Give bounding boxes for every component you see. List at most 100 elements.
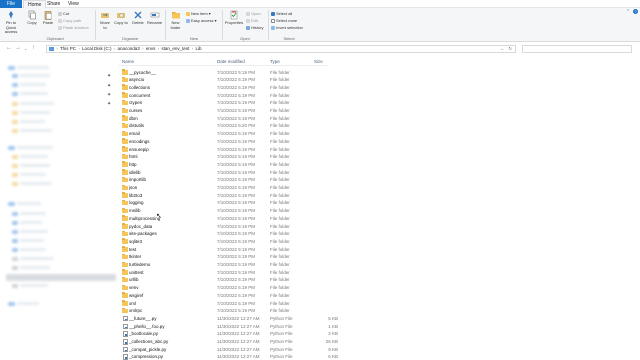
tab-share[interactable]: Share xyxy=(43,0,64,8)
history-button[interactable]: History xyxy=(246,25,263,30)
folder-row[interactable]: venv 7/10/2022 5:19 PM File folder xyxy=(122,284,332,291)
column-header-size[interactable]: Size xyxy=(314,59,323,64)
move-to-button[interactable]: Move to xyxy=(98,10,112,30)
copy-to-button[interactable]: Copy to xyxy=(114,10,128,26)
breadcrumb-envs[interactable]: envs xyxy=(146,46,156,51)
easy-access-button[interactable]: Easy access ▾ xyxy=(186,18,217,23)
tab-view[interactable]: View xyxy=(64,0,83,8)
column-header-name[interactable]: Name xyxy=(122,59,134,64)
invert-selection-button[interactable]: Invert selection xyxy=(271,25,303,30)
rename-button[interactable]: Rename xyxy=(147,10,162,26)
folder-row[interactable]: lib2to3 7/10/2022 5:19 PM File folder xyxy=(122,192,332,199)
nav-item-blurred[interactable] xyxy=(20,92,48,95)
folder-row[interactable]: email 7/10/2022 5:19 PM File folder xyxy=(122,130,332,137)
collapse-ribbon-icon[interactable]: ⌃ xyxy=(626,9,630,15)
nav-item-blurred[interactable] xyxy=(20,230,48,233)
folder-row[interactable]: html 7/10/2022 5:19 PM File folder xyxy=(122,153,332,160)
nav-item-blurred[interactable] xyxy=(20,74,50,77)
nav-item-blurred[interactable] xyxy=(17,302,39,305)
new-item-button[interactable]: New item ▾ xyxy=(186,11,211,16)
breadcrumb-this-pc[interactable]: This PC xyxy=(60,46,76,51)
folder-row[interactable]: collections 7/10/2022 5:19 PM File folder xyxy=(122,84,332,91)
nav-item-blurred[interactable] xyxy=(20,239,44,242)
file-row[interactable]: __future__.py 11/30/2022 12:27 AM Python F… xyxy=(122,315,338,322)
open-button[interactable]: Open xyxy=(246,11,261,16)
pin-to-quick-access-button[interactable]: Pin to Quick access xyxy=(1,10,21,35)
delete-button[interactable]: Delete xyxy=(131,10,145,26)
folder-row[interactable]: dbm 7/10/2022 5:19 PM File folder xyxy=(122,115,332,122)
folder-row[interactable]: wsgiref 7/10/2022 5:19 PM File folder xyxy=(122,292,332,299)
file-row[interactable]: _compat_pickle.py 11/30/2022 12:27 AM Pyth… xyxy=(122,346,338,353)
file-row[interactable]: _bootlocale.py 11/30/2022 12:27 AM Python … xyxy=(122,330,338,337)
column-header-type[interactable]: Type xyxy=(270,59,280,64)
folder-row[interactable]: urllib 7/10/2022 5:19 PM File folder xyxy=(122,276,332,283)
file-row[interactable]: _collections_abc.py 11/30/2022 12:27 AM Py… xyxy=(122,338,338,345)
nav-item-blurred[interactable] xyxy=(20,173,46,176)
folder-row[interactable]: site-packages 7/10/2022 5:19 PM File folde… xyxy=(122,230,332,237)
folder-row[interactable]: xml 7/10/2022 5:19 PM File folder xyxy=(122,300,332,307)
copy-button[interactable]: Copy xyxy=(25,10,39,26)
nav-item-blurred[interactable] xyxy=(20,221,42,224)
folder-row[interactable]: ctypes 7/10/2022 5:19 PM File folder xyxy=(122,99,332,106)
folder-row[interactable]: idlelib 7/10/2022 5:19 PM File folder xyxy=(122,169,332,176)
folder-row[interactable]: http 7/10/2022 5:19 PM File folder xyxy=(122,161,332,168)
column-header-date-modified[interactable]: Date modified xyxy=(217,59,245,64)
refresh-icon[interactable]: ↻ xyxy=(508,46,512,52)
help-icon[interactable]: ? xyxy=(633,9,638,14)
nav-item-blurred[interactable] xyxy=(20,155,48,158)
file-row[interactable]: _compression.py 11/30/2022 12:27 AM Python… xyxy=(122,353,338,360)
nav-item-blurred[interactable] xyxy=(20,102,54,105)
folder-row[interactable]: sqlite3 7/10/2022 5:19 PM File folder xyxy=(122,238,332,245)
search-box[interactable] xyxy=(522,45,632,53)
nav-item-blurred[interactable] xyxy=(20,129,52,132)
nav-item-blurred[interactable] xyxy=(20,182,52,185)
tab-file[interactable]: File xyxy=(0,0,22,8)
new-folder-button[interactable]: New folder xyxy=(168,10,183,30)
nav-item-blurred[interactable] xyxy=(20,83,46,86)
paste-button[interactable]: Paste xyxy=(41,10,55,26)
back-arrow-icon[interactable]: ← xyxy=(6,45,12,52)
folder-row[interactable]: importlib 7/10/2022 5:19 PM File folder xyxy=(122,176,332,183)
breadcrumb-local-disk[interactable]: Local Disk (C:) xyxy=(82,46,112,51)
folder-row[interactable]: concurrent 7/10/2022 5:19 PM File folder xyxy=(122,92,332,99)
folder-row[interactable]: xmlrpc 7/10/2022 5:19 PM File folder xyxy=(122,307,332,314)
folder-row[interactable]: unittest 7/10/2022 5:19 PM File folder xyxy=(122,269,332,276)
select-all-button[interactable]: Select all xyxy=(271,11,292,16)
nav-item-blurred[interactable] xyxy=(20,111,50,114)
folder-row[interactable]: encodings 7/10/2022 5:19 PM File folder xyxy=(122,138,332,145)
folder-row[interactable]: json 7/10/2022 5:19 PM File folder xyxy=(122,184,332,191)
nav-item-blurred[interactable] xyxy=(20,212,46,215)
folder-row[interactable]: __pycache__ 7/10/2022 5:19 PM File folder xyxy=(122,69,332,76)
nav-item-blurred[interactable] xyxy=(20,120,45,123)
folder-row[interactable]: msilib 7/10/2022 5:19 PM File folder xyxy=(122,207,332,214)
folder-row[interactable]: test 7/10/2022 5:19 PM File folder xyxy=(122,246,332,253)
nav-item-blurred[interactable] xyxy=(20,266,50,269)
folder-row[interactable]: distutils 7/10/2022 5:20 PM File folder xyxy=(122,122,332,129)
copy-path-button[interactable]: Copy path xyxy=(58,18,81,23)
properties-button[interactable]: Properties xyxy=(224,10,244,26)
cut-button[interactable]: Cut xyxy=(58,11,69,16)
folder-row[interactable]: turtledemo 7/10/2022 5:19 PM File folder xyxy=(122,261,332,268)
file-row[interactable]: __phello__.foo.py 11/30/2022 12:27 AM Pyth… xyxy=(122,323,338,330)
breadcrumb-stan-env-test[interactable]: stan_env_test xyxy=(161,46,189,51)
address-bar[interactable]: › This PC › Local Disk (C:) › anaconda3 … xyxy=(46,45,516,53)
up-arrow-icon[interactable]: ↑ xyxy=(32,45,35,52)
recent-locations-chevron-icon[interactable]: ⌄ xyxy=(24,45,27,52)
folder-row[interactable]: ensurepip 7/10/2022 5:19 PM File folder xyxy=(122,146,332,153)
edit-button[interactable]: Edit xyxy=(246,18,258,23)
folder-row[interactable]: curses 7/10/2022 5:19 PM File folder xyxy=(122,107,332,114)
folder-row[interactable]: logging 7/10/2022 5:19 PM File folder xyxy=(122,199,332,206)
folder-row[interactable]: pydoc_data 7/10/2022 5:19 PM File folder xyxy=(122,223,332,230)
folder-row[interactable]: asyncio 7/10/2022 5:19 PM File folder xyxy=(122,76,332,83)
nav-item-blurred[interactable] xyxy=(17,202,41,205)
quick-access-icon[interactable] xyxy=(8,66,15,70)
nav-item-blurred[interactable] xyxy=(20,164,50,167)
nav-item-blurred[interactable] xyxy=(17,66,49,69)
breadcrumb-anaconda3[interactable]: anaconda3 xyxy=(118,46,140,51)
nav-item-blurred[interactable] xyxy=(17,146,53,149)
select-none-button[interactable]: Select none xyxy=(271,18,297,23)
folder-row[interactable]: tkinter 7/10/2022 5:19 PM File folder xyxy=(122,253,332,260)
folder-row[interactable]: multiprocessing 7/10/2022 5:19 PM File fol… xyxy=(122,215,332,222)
nav-item-blurred[interactable] xyxy=(20,248,46,251)
nav-item-blurred[interactable] xyxy=(20,257,54,260)
